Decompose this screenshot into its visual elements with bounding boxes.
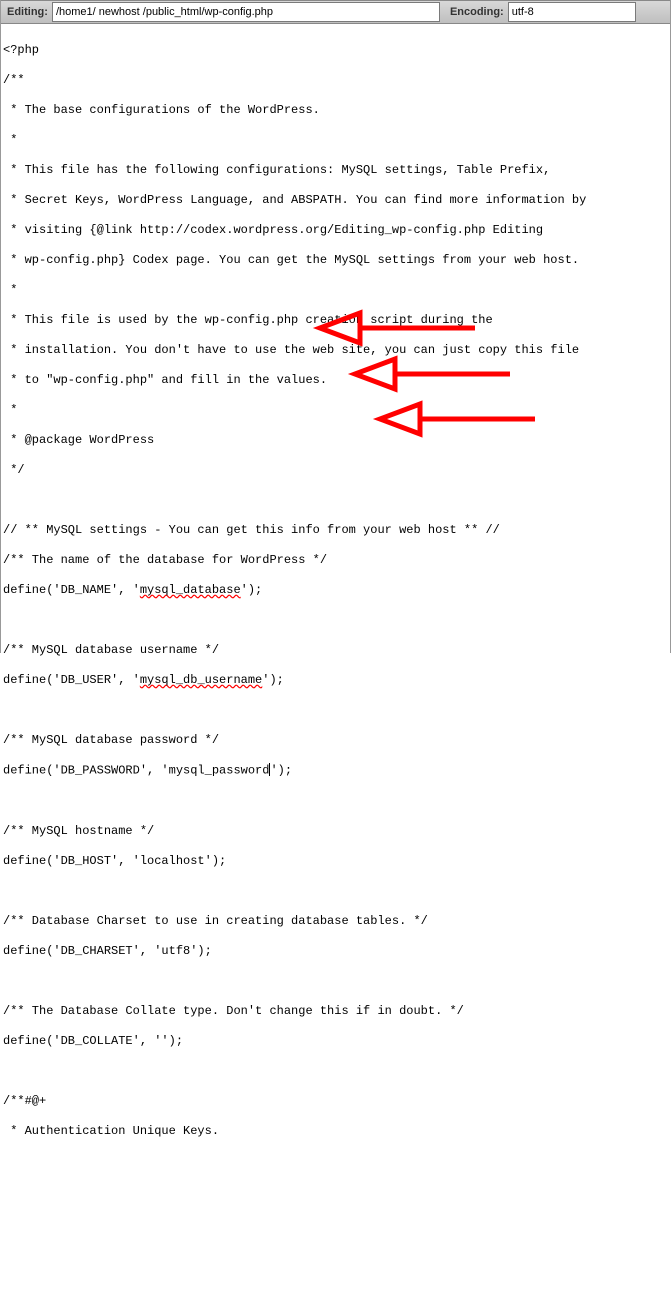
code-line: /** <box>3 73 670 88</box>
editing-label: Editing: <box>5 6 52 18</box>
code-line <box>3 974 670 989</box>
code-line: * to "wp-config.php" and fill in the val… <box>3 373 670 388</box>
file-path-input[interactable] <box>52 2 440 22</box>
code-line: * wp-config.php} Codex page. You can get… <box>3 253 670 268</box>
code-line <box>3 613 670 628</box>
code-line: * <box>3 133 670 148</box>
code-line: * The base configurations of the WordPre… <box>3 103 670 118</box>
code-line: define('DB_CHARSET', 'utf8'); <box>3 944 670 959</box>
code-line <box>3 884 670 899</box>
code-line: define('DB_COLLATE', ''); <box>3 1034 670 1049</box>
code-line: /** MySQL database username */ <box>3 643 670 658</box>
code-line: * Authentication Unique Keys. <box>3 1124 670 1139</box>
code-line: <?php <box>3 43 670 58</box>
db-user-value: mysql_db_username <box>140 673 262 687</box>
encoding-input[interactable] <box>508 2 636 22</box>
code-line: * <box>3 403 670 418</box>
code-line: /** The Database Collate type. Don't cha… <box>3 1004 670 1019</box>
db-name-value: mysql_database <box>140 583 241 597</box>
code-line <box>3 493 670 508</box>
code-line <box>3 1064 670 1079</box>
code-line: * installation. You don't have to use th… <box>3 343 670 358</box>
encoding-label: Encoding: <box>448 6 508 18</box>
code-line <box>3 794 670 809</box>
code-line: * <box>3 283 670 298</box>
code-line: define('DB_NAME', 'mysql_database'); <box>3 583 670 598</box>
code-line: * Secret Keys, WordPress Language, and A… <box>3 193 670 208</box>
code-line: */ <box>3 463 670 478</box>
code-line: /** MySQL hostname */ <box>3 824 670 839</box>
code-line: /** Database Charset to use in creating … <box>3 914 670 929</box>
code-line: * @package WordPress <box>3 433 670 448</box>
code-editor[interactable]: <?php /** * The base configurations of t… <box>1 24 670 1304</box>
code-line: define('DB_PASSWORD', 'mysql_password'); <box>3 763 670 779</box>
toolbar: Editing: Encoding: <box>1 0 670 24</box>
code-line: define('DB_HOST', 'localhost'); <box>3 854 670 869</box>
code-line: /** The name of the database for WordPre… <box>3 553 670 568</box>
code-line: * This file has the following configurat… <box>3 163 670 178</box>
code-line: * visiting {@link http://codex.wordpress… <box>3 223 670 238</box>
code-line <box>3 703 670 718</box>
db-password-value: mysql_password <box>169 764 270 778</box>
code-line: /** MySQL database password */ <box>3 733 670 748</box>
code-line: * This file is used by the wp-config.php… <box>3 313 670 328</box>
code-line: /**#@+ <box>3 1094 670 1109</box>
code-line: define('DB_USER', 'mysql_db_username'); <box>3 673 670 688</box>
code-line: // ** MySQL settings - You can get this … <box>3 523 670 538</box>
